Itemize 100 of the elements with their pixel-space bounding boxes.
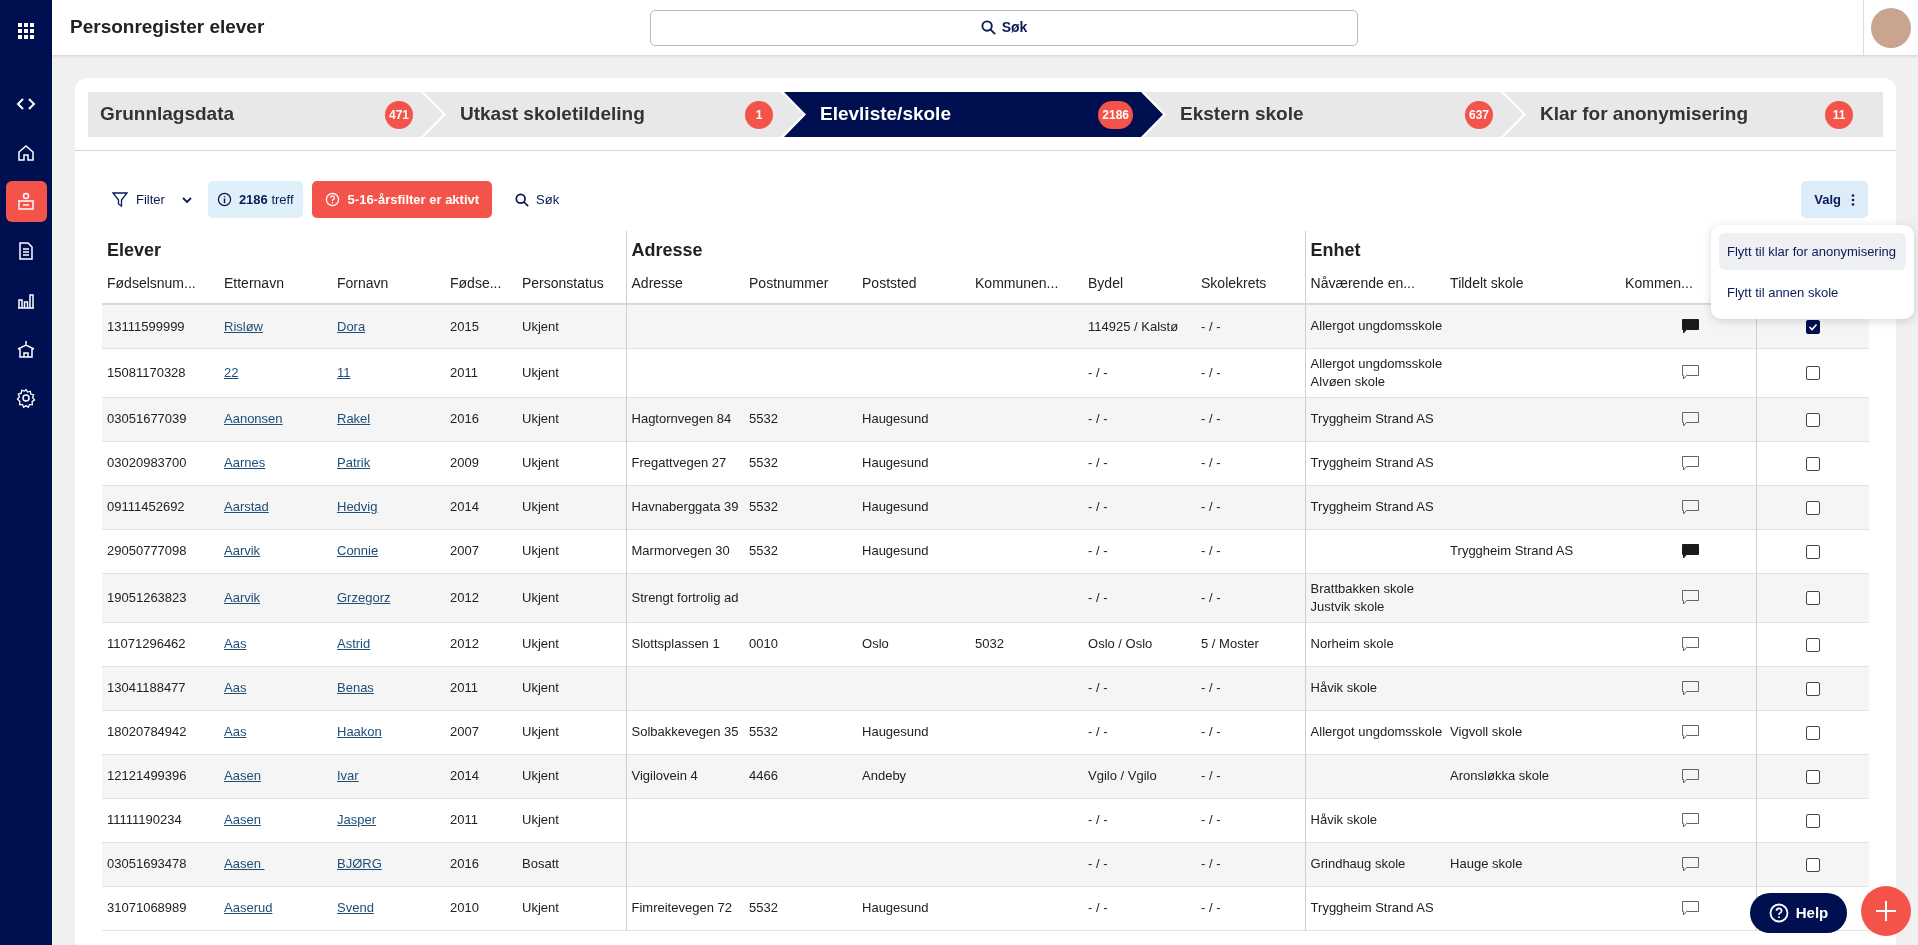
table-cell: Haugesund (862, 455, 929, 471)
step-tab[interactable]: Elevliste/skole 2186 (784, 92, 1163, 137)
table-cell: Strengt fortrolig ad (631, 589, 739, 605)
name-link[interactable]: Aarstad (224, 499, 269, 515)
name-link[interactable]: Rakel (337, 411, 371, 427)
table-cell-text: Tryggheim Strand AS (1310, 454, 1435, 472)
table-cell: 03051693478 (107, 856, 187, 872)
row-checkbox[interactable] (1805, 857, 1820, 872)
row-checkbox[interactable] (1805, 366, 1820, 381)
count-badge: 1 (745, 100, 773, 129)
options-button[interactable]: Valg (1801, 181, 1868, 218)
table-cell: - / - (1088, 812, 1108, 828)
row-checkbox[interactable] (1805, 725, 1820, 740)
school-icon (16, 338, 36, 359)
name-link[interactable]: Connie (337, 543, 379, 559)
row-checkbox[interactable] (1805, 769, 1820, 784)
name-link[interactable]: Aasen (224, 856, 265, 872)
table-cell: Andeby (862, 768, 907, 784)
name-link[interactable]: Svend (337, 900, 374, 916)
name-link[interactable]: Aasen (224, 812, 261, 828)
table-cell: - / - (1088, 364, 1108, 380)
row-checkbox[interactable] (1805, 456, 1820, 471)
table-cell: Ukjent (522, 768, 559, 784)
name-link[interactable]: Haakon (337, 724, 382, 740)
table-cell: Haugesund (862, 543, 929, 559)
step-tab[interactable]: Utkast skoletildeling 1 (424, 92, 803, 137)
name-link[interactable]: Aas (224, 636, 247, 652)
table-cell: 2009 (450, 455, 479, 471)
table-cell: Ukjent (522, 411, 559, 427)
table-cell-text: Alvøen skole (1310, 372, 1386, 391)
table-cell: 2012 (450, 636, 479, 652)
name-link[interactable]: Patrik (337, 455, 371, 471)
step-tab[interactable]: Grunnlagsdata 471 (88, 92, 443, 137)
column-header: Fødse... (450, 275, 502, 291)
name-link[interactable]: Aanonsen (224, 411, 283, 427)
document-icon (16, 240, 36, 261)
name-link[interactable]: Aarnes (224, 455, 266, 471)
name-link[interactable]: Risløw (224, 318, 263, 334)
table-cell: Haugesund (862, 724, 929, 740)
table-cell-text: Grindhaug skole (1310, 855, 1407, 873)
column-header: Etternavn (224, 275, 284, 291)
table-cell: - / - (1088, 856, 1108, 872)
table-cell: 5532 (749, 499, 778, 515)
table-cell: - / - (1201, 856, 1221, 872)
table-cell: Solbakkevegen 35 (631, 724, 739, 740)
name-link[interactable]: Aarvik (224, 543, 261, 559)
name-link[interactable]: Benas (337, 680, 374, 696)
name-link[interactable]: Dora (337, 318, 366, 334)
table-cell: 2016 (450, 411, 479, 427)
row-checkbox[interactable] (1805, 544, 1820, 559)
row-checkbox[interactable] (1805, 320, 1820, 335)
table-cell: Ukjent (522, 636, 559, 652)
name-link[interactable]: Aas (224, 724, 247, 740)
settings-icon (16, 387, 36, 408)
name-link[interactable]: Astrid (337, 636, 371, 652)
table-cell: 13111599999 (107, 318, 185, 334)
table-cell: Ukjent (522, 680, 559, 696)
table-cell: Ukjent (522, 364, 559, 380)
name-link[interactable]: Grzegorz (337, 589, 391, 605)
step-tab[interactable]: Ekstern skole 637 (1144, 92, 1523, 137)
table-cell: 5532 (749, 724, 778, 740)
table-cell-text: Allergot ungdomsskole (1310, 317, 1444, 336)
table-cell: 12121499396 (107, 768, 187, 784)
name-link[interactable]: 11 (337, 364, 351, 380)
name-link[interactable]: Ivar (337, 768, 359, 784)
name-link[interactable]: Aas (224, 680, 247, 696)
name-link[interactable]: Hedvig (337, 499, 378, 515)
row-checkbox[interactable] (1805, 412, 1820, 427)
name-link[interactable]: BJØRG (337, 856, 382, 872)
table-cell: Slottsplassen 1 (631, 636, 720, 652)
menu-item[interactable]: Flytt til klar for anonymisering (1719, 233, 1906, 270)
name-link[interactable]: Aasen (224, 768, 261, 784)
column-header: Fødselsnum... (107, 275, 196, 291)
table-cell: Hagtornvegen 84 (631, 411, 732, 427)
row-checkbox[interactable] (1805, 813, 1820, 828)
table-cell: - / - (1201, 680, 1221, 696)
count-badge: 637 (1464, 100, 1493, 129)
table-cell: - / - (1201, 768, 1221, 784)
step-tab[interactable]: Klar for anonymisering 11 (1504, 92, 1883, 137)
name-link[interactable]: Jasper (337, 812, 377, 828)
table-cell-text: Allergot ungdomsskole (1310, 354, 1444, 373)
name-link[interactable]: 22 (224, 364, 239, 380)
filter-button[interactable]: Filter (112, 181, 199, 218)
table-cell: Ukjent (522, 900, 559, 916)
row-checkbox[interactable] (1805, 591, 1820, 606)
table-cell: 15081170328 (107, 364, 186, 380)
row-checkbox[interactable] (1805, 681, 1820, 696)
table-cell: 2011 (450, 364, 478, 380)
table-cell: 11111190234 (107, 812, 182, 828)
row-checkbox[interactable] (1805, 500, 1820, 515)
name-link[interactable]: Aarvik (224, 589, 261, 605)
search-field[interactable]: Søk (650, 9, 1358, 46)
search-button[interactable]: Søk (515, 189, 560, 210)
help-button[interactable]: Help (1750, 893, 1847, 933)
name-link[interactable]: Aaserud (224, 900, 273, 916)
table-cell: Aronsløkka skole (1450, 768, 1550, 784)
table-cell: 114925 / Kalstø (1088, 318, 1179, 334)
sidebar-item[interactable] (5, 181, 47, 222)
table-cell: Fimreitevegen 72 (631, 900, 732, 916)
row-checkbox[interactable] (1805, 637, 1820, 652)
